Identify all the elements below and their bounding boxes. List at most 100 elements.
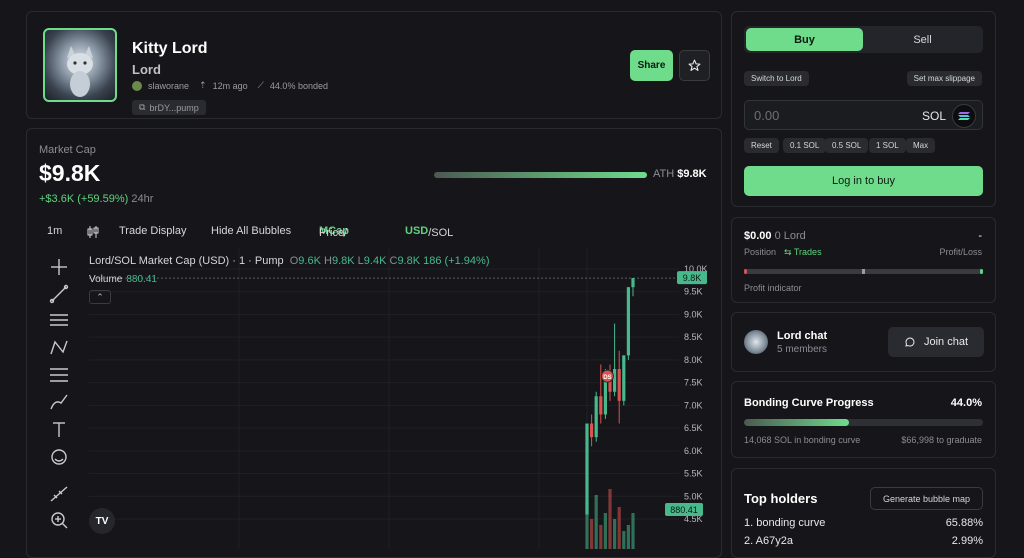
- bonding-title: Bonding Curve Progress: [744, 397, 874, 409]
- tab-buy[interactable]: Buy: [746, 28, 863, 51]
- y-tick-label: 9.5K: [684, 287, 703, 297]
- sol-in-curve: 14,068 SOL in bonding curve: [744, 435, 861, 445]
- y-tick-label: 5.5K: [684, 469, 703, 479]
- token-meta-row: slaworane ⇡ 12m ago ⟋ 44.0% bonded: [132, 80, 328, 91]
- change-value: +$3.6K (+59.59%): [39, 193, 129, 205]
- cat-icon: [67, 46, 93, 97]
- change-value-legend: 186 (+1.94%): [423, 255, 490, 267]
- position-value: $0.00 0 Lord: [744, 230, 806, 242]
- chart-area[interactable]: 10.0K 9.5K 9.0K 8.5K 8.0K 7.5K 7.0K 6.5K 6.0K 5.5…: [39, 249, 711, 549]
- holder-row[interactable]: 2. A67y2a 2.99%: [744, 535, 983, 547]
- y-tick-label: 7.5K: [684, 378, 703, 388]
- tab-sell[interactable]: Sell: [864, 28, 981, 51]
- token-header-card: Kitty Lord Lord slaworane ⇡ 12m ago ⟋ 44…: [26, 11, 722, 119]
- candle-body: [622, 355, 626, 401]
- last-price-tag-label: 9.8K: [683, 273, 702, 283]
- ath-label: ATH $9.8K: [653, 168, 707, 180]
- preset-0-5-sol[interactable]: 0.5 SOL: [825, 138, 869, 153]
- token-symbol: Lord: [132, 62, 161, 77]
- volume-value: 880.41: [126, 274, 157, 285]
- copy-icon: ⧉: [139, 102, 146, 112]
- open-label: O: [289, 255, 299, 267]
- y-tick-label: 6.5K: [684, 423, 703, 433]
- candle-type-icon[interactable]: [87, 225, 99, 242]
- login-to-buy-button[interactable]: Log in to buy: [744, 166, 983, 196]
- bond-icon: ⟋: [257, 80, 264, 90]
- profit-loss-value: -: [978, 230, 982, 242]
- switch-token-button[interactable]: Switch to Lord: [744, 71, 809, 86]
- y-tick-label: 7.0K: [684, 400, 703, 410]
- profit-loss-label: Profit/Loss: [939, 247, 982, 257]
- buy-sell-tabs: Buy Sell: [744, 26, 983, 53]
- position-usd: $0.00: [744, 230, 772, 242]
- position-card: $0.00 0 Lord - Position ⇆ Trades Profit/…: [731, 217, 996, 303]
- usd-sol-toggle[interactable]: USD/SOL: [405, 225, 453, 239]
- token-age: 12m ago: [212, 80, 248, 91]
- preset-1-sol[interactable]: 1 SOL: [869, 138, 906, 153]
- chat-avatar: [744, 330, 768, 354]
- price-mcap-toggle[interactable]: Price/MCap: [319, 225, 349, 239]
- volume-label: Volume: [89, 274, 123, 285]
- interval-selector[interactable]: 1m: [47, 225, 62, 237]
- generate-bubble-map-button[interactable]: Generate bubble map: [870, 487, 983, 510]
- holder-label: 1. bonding curve: [744, 517, 826, 529]
- currency-label: SOL: [922, 109, 947, 123]
- high-value: 9.8K: [331, 255, 355, 267]
- chart-title: Lord/SOL Market Cap (USD) · 1 · Pump: [89, 255, 284, 267]
- trades-label: Trades: [793, 247, 822, 257]
- set-slippage-button[interactable]: Set max slippage: [906, 71, 982, 86]
- preset-max[interactable]: Max: [906, 138, 936, 153]
- solana-icon[interactable]: [952, 104, 976, 128]
- bonding-progress-bar: [744, 419, 983, 426]
- holders-title: Top holders: [744, 491, 818, 506]
- join-chat-label: Join chat: [923, 336, 969, 348]
- creator-name[interactable]: slaworane: [148, 81, 189, 91]
- volume-bar: [590, 519, 594, 549]
- ath-value: $9.8K: [677, 168, 707, 180]
- trades-icon: ⇆: [784, 247, 792, 257]
- top-holders-card: Top holders Generate bubble map 1. bondi…: [731, 468, 996, 558]
- preset-reset[interactable]: Reset: [744, 138, 779, 153]
- chart-legend: Lord/SOL Market Cap (USD) · 1 · Pump O9.…: [89, 255, 490, 267]
- favorite-button[interactable]: [679, 50, 710, 81]
- volume-bar: [617, 507, 621, 549]
- preset-0-1-sol[interactable]: 0.1 SOL: [783, 138, 827, 153]
- volume-bar: [626, 525, 630, 549]
- bonding-percent: 44.0%: [950, 397, 982, 409]
- bonded-percent: 44.0% bonded: [269, 80, 328, 91]
- y-tick-label: 8.0K: [684, 355, 703, 365]
- to-graduate: $66,998 to graduate: [901, 435, 982, 445]
- trade-bubble-label: DS: [603, 375, 611, 381]
- open-value: 9.6K: [298, 255, 321, 267]
- candle-body: [626, 287, 630, 356]
- candle-body: [617, 369, 621, 401]
- candle-body: [590, 423, 594, 438]
- clock-icon: ⇡: [199, 80, 207, 90]
- change-period: 24hr: [131, 193, 154, 205]
- holder-row[interactable]: 1. bonding curve 65.88%: [744, 517, 983, 529]
- market-cap-value: $9.8K: [39, 160, 101, 186]
- candle-body: [631, 278, 635, 288]
- copy-address-chip[interactable]: ⧉ brDY...pump: [132, 100, 206, 115]
- collapse-legend-button[interactable]: ⌃: [89, 290, 111, 304]
- market-cap-change: +$3.6K (+59.59%) 24hr: [39, 193, 153, 205]
- star-icon: [688, 59, 701, 71]
- chart-toolbar: 1m Trade Display Hide All Bubbles Price/…: [27, 223, 721, 241]
- usd-option: USD: [405, 225, 429, 237]
- amount-input[interactable]: [754, 108, 904, 123]
- position-label: Position: [744, 247, 777, 257]
- market-cap-label: Market Cap: [39, 144, 96, 156]
- trade-card: Buy Sell Switch to Lord Set max slippage…: [731, 11, 996, 207]
- trades-link[interactable]: ⇆ Trades: [784, 247, 822, 258]
- join-chat-button[interactable]: Join chat: [888, 327, 984, 357]
- bonding-curve-card: Bonding Curve Progress 44.0% 14,068 SOL …: [731, 381, 996, 458]
- close-value: 9.8K: [397, 255, 421, 267]
- y-tick-label: 6.0K: [684, 446, 703, 456]
- trade-display-toggle[interactable]: Trade Display: [119, 225, 186, 237]
- creator-avatar: [132, 80, 142, 91]
- tradingview-logo[interactable]: TV: [89, 508, 115, 534]
- holder-label: 2. A67y2a: [744, 535, 793, 547]
- share-button[interactable]: Share: [630, 50, 673, 81]
- hide-bubbles-toggle[interactable]: Hide All Bubbles: [211, 225, 291, 237]
- bonding-progress-fill: [744, 419, 850, 426]
